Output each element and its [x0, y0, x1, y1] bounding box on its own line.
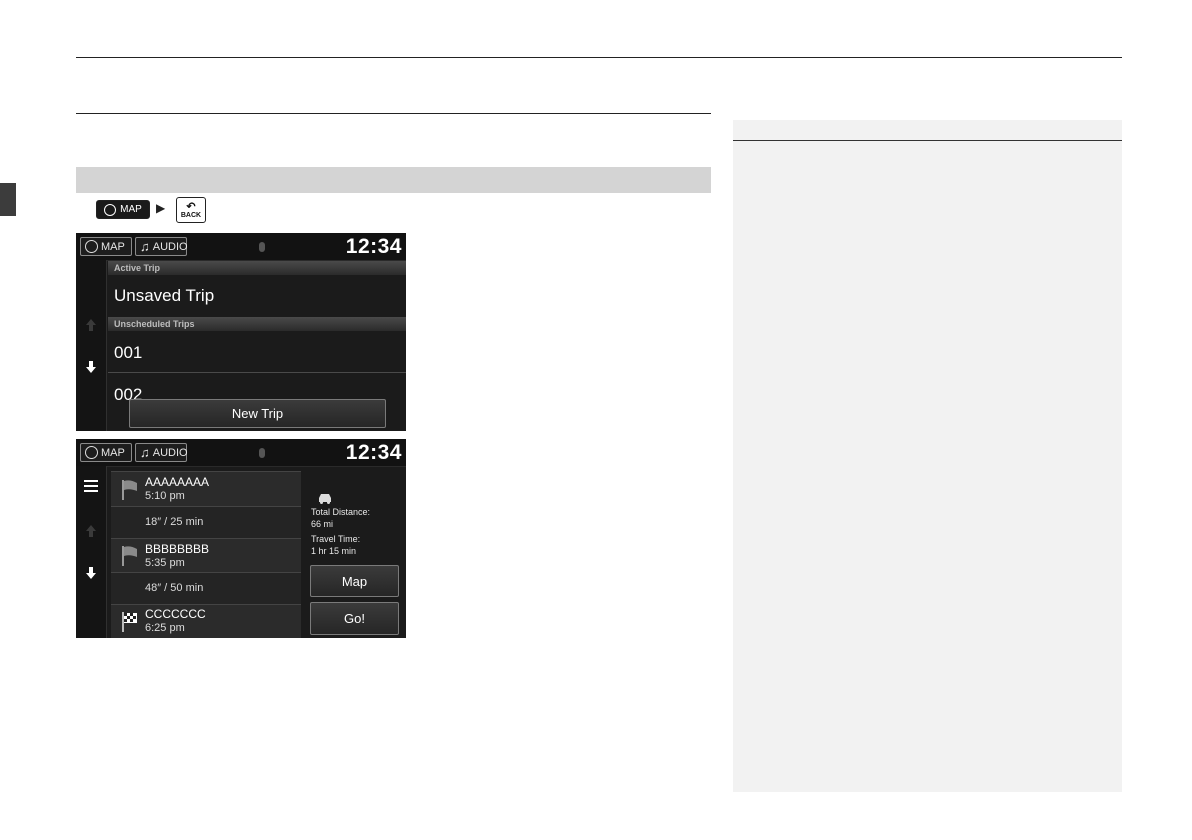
checkered-flag-icon	[122, 612, 137, 632]
audio-button-label: AUDIO	[152, 446, 188, 459]
stop-time: 6:25 pm	[145, 622, 185, 634]
map-button[interactable]: MAP	[80, 443, 132, 462]
back-key-button[interactable]: ↶ BACK	[176, 197, 206, 223]
stop-time: 5:10 pm	[145, 490, 185, 502]
bluetooth-icon	[259, 242, 265, 252]
flag-icon	[122, 480, 137, 500]
car-icon	[319, 494, 331, 504]
section-bar	[76, 167, 711, 193]
list-item-trip[interactable]: 001	[108, 343, 406, 363]
menu-icon[interactable]	[84, 480, 98, 492]
back-arrow-icon: ↶	[186, 200, 196, 213]
clock: 12:34	[345, 441, 402, 464]
side-note-header	[733, 120, 1122, 141]
map-button[interactable]: MAP	[80, 237, 132, 256]
flag-icon	[122, 546, 137, 566]
map-button-label: MAP	[101, 240, 125, 253]
total-distance-label: Total Distance:	[311, 507, 371, 517]
music-note-icon: ♫	[140, 445, 150, 460]
scroll-up-icon[interactable]	[85, 318, 97, 332]
audio-button[interactable]: ♫ AUDIO	[135, 237, 188, 256]
stop-row[interactable]: BBBBBBBB 5:35 pm	[111, 538, 301, 572]
scroll-gutter	[76, 466, 107, 638]
section-header-active: Active Trip	[108, 261, 406, 275]
music-note-icon: ♫	[140, 239, 150, 254]
list-item-unsaved-trip[interactable]: Unsaved Trip	[108, 286, 406, 306]
trip-detail-screen: MAP ♫ AUDIO 12:34 AAAAAAAA 5:10 pm 18″ /…	[76, 439, 406, 638]
travel-time-value: 1 hr 15 min	[311, 546, 357, 556]
scroll-down-icon[interactable]	[85, 566, 97, 580]
scroll-gutter	[76, 260, 107, 431]
audio-button-label: AUDIO	[152, 240, 188, 253]
total-distance-value: 66 mi	[311, 519, 334, 529]
stop-name: AAAAAAAA	[145, 475, 210, 489]
section-header-unscheduled: Unscheduled Trips	[108, 317, 406, 331]
bluetooth-icon	[259, 448, 265, 458]
map-button-label: MAP	[101, 446, 125, 459]
section-rule	[76, 113, 711, 114]
travel-time-label: Travel Time:	[311, 534, 361, 544]
stop-row[interactable]: CCCCCCC 6:25 pm	[111, 604, 301, 638]
map-view-button[interactable]: Map	[310, 565, 399, 597]
status-bar: MAP ♫ AUDIO 12:34	[76, 233, 406, 261]
map-key-button[interactable]: MAP	[96, 200, 150, 219]
compass-icon	[85, 446, 98, 459]
leg-row: 18″ / 25 min	[111, 506, 301, 538]
divider	[108, 372, 406, 373]
leg-info: 18″ / 25 min	[145, 516, 204, 528]
stop-row[interactable]: AAAAAAAA 5:10 pm	[111, 471, 301, 506]
new-trip-button[interactable]: New Trip	[129, 399, 386, 428]
leg-row: 48″ / 50 min	[111, 572, 301, 604]
compass-icon	[104, 203, 117, 216]
back-key-label: BACK	[180, 211, 202, 219]
stop-name: CCCCCCC	[145, 607, 206, 621]
sequence-arrow-icon: ▶	[156, 201, 166, 215]
clock: 12:34	[345, 235, 402, 258]
compass-icon	[85, 240, 98, 253]
stop-time: 5:35 pm	[145, 557, 185, 569]
stop-name: BBBBBBBB	[145, 542, 210, 556]
side-note-box	[733, 120, 1122, 792]
leg-info: 48″ / 50 min	[145, 582, 204, 594]
scroll-down-icon[interactable]	[85, 360, 97, 374]
status-bar: MAP ♫ AUDIO 12:34	[76, 439, 406, 467]
chapter-tab	[0, 183, 16, 216]
go-button[interactable]: Go!	[310, 602, 399, 635]
top-rule	[76, 57, 1122, 58]
trip-list-screen: MAP ♫ AUDIO 12:34 Active Trip Unsaved Tr…	[76, 233, 406, 431]
scroll-up-icon[interactable]	[85, 524, 97, 538]
map-key-label: MAP	[120, 204, 142, 215]
audio-button[interactable]: ♫ AUDIO	[135, 443, 188, 462]
